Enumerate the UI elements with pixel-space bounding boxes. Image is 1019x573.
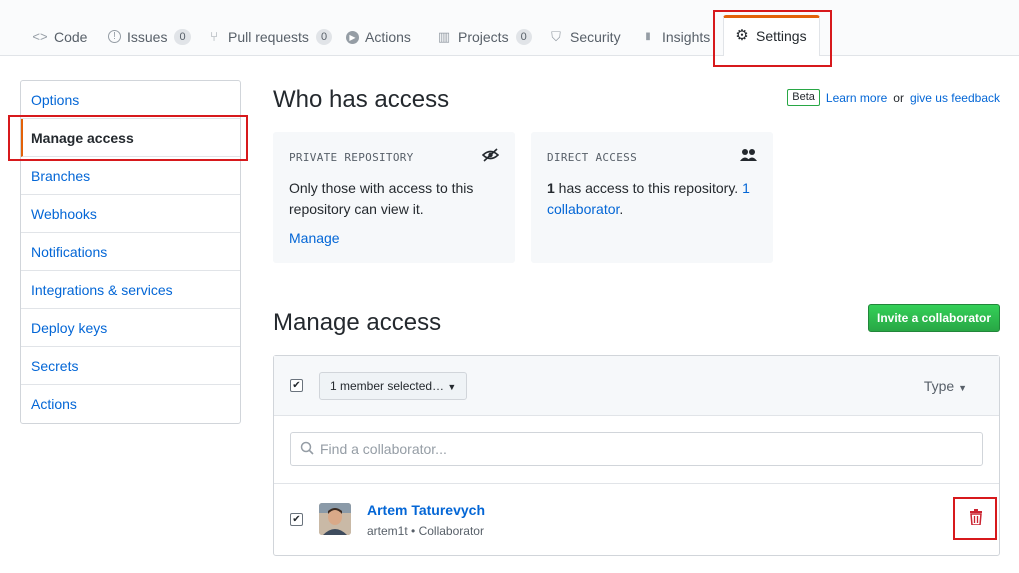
eye-closed-icon [481, 148, 500, 166]
tab-insights[interactable]: ▮ Insights [640, 22, 710, 56]
sidebar-item-secrets[interactable]: Secrets [21, 347, 240, 385]
tab-actions[interactable]: ▶ Actions [346, 22, 411, 56]
avatar[interactable] [319, 503, 351, 535]
member-separator: • [411, 524, 416, 538]
learn-more-link[interactable]: Learn more [826, 91, 887, 105]
code-icon: <> [32, 29, 48, 44]
sidebar-item-options[interactable]: Options [21, 81, 240, 119]
direct-access-box: DIRECT ACCESS 1 has access to this repos… [531, 132, 773, 263]
private-repository-text: Only those with access to this repositor… [289, 180, 474, 217]
collaborator-search-box[interactable] [290, 432, 983, 466]
tab-issues-label: Issues [127, 29, 168, 45]
project-icon: ▥ [437, 29, 451, 44]
sidebar-item-deploy-keys[interactable]: Deploy keys [21, 309, 240, 347]
who-has-access-title: Who has access [273, 86, 450, 113]
private-repository-box: PRIVATE REPOSITORY Only those with acces… [273, 132, 515, 263]
direct-access-heading: DIRECT ACCESS [547, 150, 637, 164]
tab-insights-label: Insights [662, 29, 711, 45]
sidebar-item-manage-access[interactable]: Manage access [21, 119, 240, 157]
collaborator-filter-row [274, 416, 999, 484]
search-icon [300, 441, 314, 458]
collaborators-panel: ✔ 1 member selected… ▼ Type ▼ ✔ Artem Ta… [273, 355, 1000, 556]
invite-collaborator-button[interactable]: Invite a collaborator [868, 304, 1000, 332]
tab-projects[interactable]: ▥ Projects 0 [436, 22, 532, 56]
tab-pull-requests[interactable]: ⑂ Pull requests 0 [206, 22, 333, 56]
sidebar-item-integrations[interactable]: Integrations & services [21, 271, 240, 309]
tab-pull-requests-label: Pull requests [228, 29, 309, 45]
tab-code[interactable]: <> Code [32, 22, 87, 56]
direct-access-desc: has access to this repository. [554, 180, 743, 196]
member-selected-dropdown[interactable]: 1 member selected… ▼ [319, 372, 468, 400]
trash-icon[interactable] [969, 509, 985, 527]
caret-down-icon: ▼ [447, 382, 457, 392]
play-icon: ▶ [346, 31, 359, 44]
feedback-link[interactable]: give us feedback [910, 91, 1000, 105]
sidebar-item-notifications[interactable]: Notifications [21, 233, 240, 271]
projects-counter: 0 [515, 29, 532, 45]
select-all-checkbox[interactable]: ✔ [290, 379, 303, 392]
member-checkbox[interactable]: ✔ [290, 513, 303, 526]
shield-icon: ⛉ [551, 29, 561, 44]
collaborators-panel-header: ✔ 1 member selected… ▼ Type ▼ [274, 356, 999, 416]
pull-request-icon: ⑂ [210, 29, 218, 44]
settings-sidebar: Options Manage access Branches Webhooks … [20, 80, 241, 424]
sidebar-item-webhooks[interactable]: Webhooks [21, 195, 240, 233]
tab-projects-label: Projects [458, 29, 509, 45]
gear-icon: ⚙ [735, 27, 749, 44]
pull-requests-counter: 0 [315, 29, 333, 45]
beta-badge: Beta [787, 89, 820, 106]
people-icon [740, 148, 757, 166]
manage-link[interactable]: Manage [289, 230, 340, 246]
type-filter-dropdown[interactable]: Type ▼ [924, 378, 967, 394]
tab-settings[interactable]: ⚙ Settings [723, 15, 820, 56]
caret-down-icon: ▼ [958, 383, 967, 393]
member-selected-label: 1 member selected… [330, 379, 445, 393]
private-repository-heading: PRIVATE REPOSITORY [289, 150, 414, 164]
member-name-link[interactable]: Artem Taturevych [367, 502, 485, 518]
sidebar-item-branches[interactable]: Branches [21, 157, 240, 195]
direct-access-end: . [619, 201, 624, 217]
repo-nav-tabs: <> Code ! Issues 0 ⑂ Pull requests 0 ▶ A… [0, 0, 1019, 56]
tab-issues[interactable]: ! Issues 0 [108, 22, 191, 56]
direct-access-text: 1 has access to this repository. 1 colla… [547, 178, 757, 220]
issues-counter: 0 [174, 29, 191, 45]
tab-settings-label: Settings [756, 28, 807, 44]
sidebar-item-actions[interactable]: Actions [21, 385, 240, 423]
graph-icon: ▮ [645, 31, 651, 42]
manage-access-title: Manage access [273, 309, 442, 336]
type-filter-label: Type [923, 378, 955, 394]
tab-actions-label: Actions [365, 29, 411, 45]
issue-icon: ! [108, 30, 121, 43]
tab-code-label: Code [54, 29, 88, 45]
or-text: or [893, 90, 904, 105]
direct-access-count: 1 [547, 180, 555, 196]
member-row: ✔ Artem Taturevych artem1t • Collaborato… [274, 484, 999, 554]
tab-security[interactable]: ⛉ Security [548, 22, 621, 56]
beta-feedback-row: Beta Learn more or give us feedback [787, 89, 1000, 106]
member-role: Collaborator [418, 524, 484, 538]
member-meta: artem1t • Collaborator [367, 524, 484, 538]
member-username: artem1t [367, 524, 408, 538]
tab-security-label: Security [570, 29, 621, 45]
collaborator-search-input[interactable] [320, 441, 940, 457]
